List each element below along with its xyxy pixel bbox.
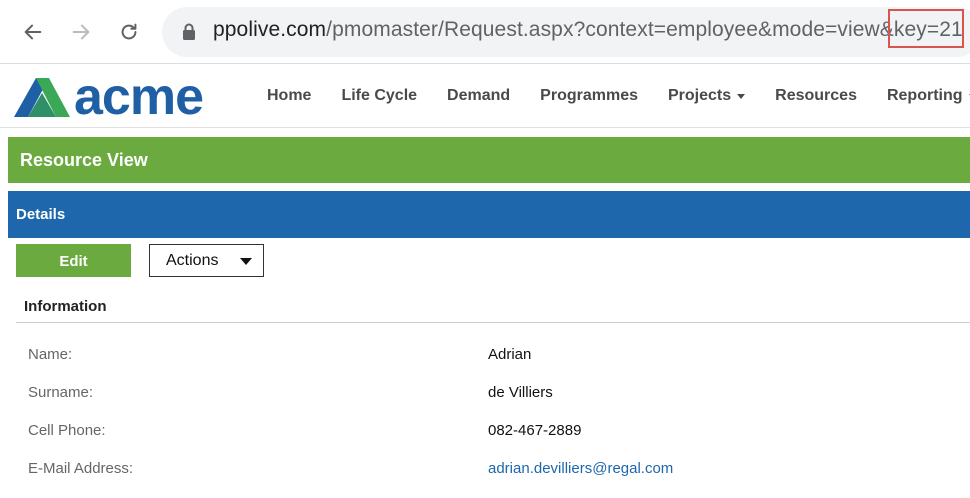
logo-wordmark: acme xyxy=(74,76,203,118)
field-label: Name: xyxy=(28,346,73,363)
back-button[interactable] xyxy=(18,17,48,47)
reload-button[interactable] xyxy=(114,17,144,47)
lock-icon xyxy=(183,23,195,40)
field-value: de Villiers xyxy=(488,384,553,401)
page-title-bar: Resource View xyxy=(8,137,970,183)
url-key-highlight xyxy=(888,9,964,48)
panel-title: Details xyxy=(16,206,66,223)
arrow-right-icon xyxy=(72,24,90,40)
field-row-cell-phone: Cell Phone: 082-467-2889 xyxy=(0,422,970,460)
field-value: 082-467-2889 xyxy=(488,422,582,439)
actions-dropdown[interactable]: Actions xyxy=(149,244,264,277)
field-label: Cell Phone: xyxy=(28,422,106,439)
url-text: ppolive.com/pmomaster/Request.aspx?conte… xyxy=(213,18,963,42)
field-row-name: Name: Adrian xyxy=(0,346,970,384)
nav-reporting-label: Reporting xyxy=(886,87,963,104)
nav-resources-label: Resources xyxy=(775,87,857,104)
nav-projects-label: Projects xyxy=(668,87,732,104)
nav-life-cycle-label: Life Cycle xyxy=(341,87,418,104)
section-divider xyxy=(16,322,970,323)
nav-demand[interactable]: Demand xyxy=(432,87,525,105)
page-title: Resource View xyxy=(20,150,148,170)
field-row-email: E-Mail Address: adrian.devilliers@regal.… xyxy=(0,460,970,498)
nav-reporting[interactable]: Reporting xyxy=(872,87,970,105)
url-path: /pmomaster/Request.aspx?context=employee… xyxy=(326,18,963,41)
app-header: acme Home Life Cycle Demand Programmes P… xyxy=(0,64,970,128)
nav-home[interactable]: Home xyxy=(252,87,326,105)
nav-life-cycle[interactable]: Life Cycle xyxy=(326,87,432,105)
field-label: Surname: xyxy=(28,384,94,401)
nav-programmes[interactable]: Programmes xyxy=(525,87,653,105)
email-link[interactable]: adrian.devilliers@regal.com xyxy=(488,460,673,477)
acme-logo[interactable]: acme xyxy=(14,76,248,118)
field-label: E-Mail Address: xyxy=(28,460,134,477)
address-bar[interactable]: ppolive.com/pmomaster/Request.aspx?conte… xyxy=(162,7,970,57)
nav-resources[interactable]: Resources xyxy=(760,87,872,105)
main-nav: Home Life Cycle Demand Programmes Projec… xyxy=(252,64,970,128)
nav-projects[interactable]: Projects xyxy=(653,87,760,105)
caret-down-icon xyxy=(737,93,746,99)
field-value: Adrian xyxy=(488,346,532,363)
nav-demand-label: Demand xyxy=(447,87,511,104)
arrow-left-icon xyxy=(24,24,42,40)
details-panel-header: Details xyxy=(8,191,970,238)
field-row-surname: Surname: de Villiers xyxy=(0,384,970,422)
actions-label: Actions xyxy=(166,252,219,269)
forward-button[interactable] xyxy=(66,17,96,47)
nav-programmes-label: Programmes xyxy=(540,87,638,104)
triangle-down-icon xyxy=(240,258,252,265)
browser-toolbar: ppolive.com/pmomaster/Request.aspx?conte… xyxy=(0,0,970,64)
reload-icon xyxy=(121,23,137,40)
url-domain: ppolive.com xyxy=(213,18,327,41)
edit-button[interactable]: Edit xyxy=(16,244,131,277)
section-title: Information xyxy=(24,298,107,315)
nav-home-label: Home xyxy=(267,87,312,104)
